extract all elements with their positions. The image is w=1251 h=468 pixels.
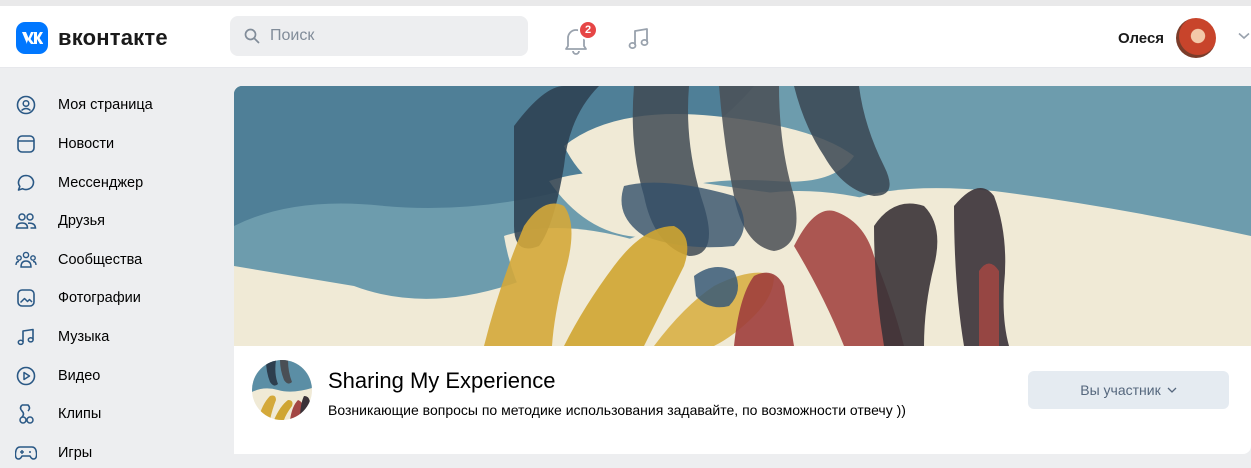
sidebar-item-games[interactable]: Игры <box>14 435 214 468</box>
top-bar: вконтакте 2 Олеся <box>0 0 1251 68</box>
member-status-label: Вы участник <box>1080 382 1161 398</box>
group-cover-image <box>234 86 1251 346</box>
search-icon <box>244 28 260 44</box>
sidebar-item-label: Музыка <box>58 329 110 345</box>
sidebar-item-my-page[interactable]: Моя страница <box>14 87 214 123</box>
vk-logo[interactable]: вконтакте <box>16 22 168 54</box>
notifications-button[interactable]: 2 <box>563 20 598 55</box>
sidebar-item-messenger[interactable]: Мессенджер <box>14 165 214 201</box>
search-box[interactable] <box>230 16 528 56</box>
sidebar-item-label: Мессенджер <box>58 175 144 191</box>
sidebar-item-label: Игры <box>58 445 93 461</box>
member-status-button[interactable]: Вы участник <box>1028 371 1229 409</box>
sidebar-item-label: Сообщества <box>58 252 143 268</box>
sidebar: Моя страница Новости Мессенджер Друзья С… <box>0 68 220 468</box>
group-info-panel: Sharing My Experience Возникающие вопрос… <box>234 346 1251 454</box>
sidebar-item-label: Видео <box>58 368 101 384</box>
friends-icon <box>14 209 38 233</box>
sidebar-item-communities[interactable]: Сообщества <box>14 242 214 278</box>
music-note-icon <box>628 28 649 49</box>
video-icon <box>14 364 38 388</box>
sidebar-item-friends[interactable]: Друзья <box>14 203 214 239</box>
group-avatar[interactable] <box>252 360 312 420</box>
avatar <box>1176 18 1217 58</box>
games-icon <box>14 441 38 465</box>
sidebar-item-label: Моя страница <box>58 97 153 113</box>
notification-badge: 2 <box>578 20 598 40</box>
chevron-down-icon <box>1167 387 1177 393</box>
sidebar-item-label: Друзья <box>58 213 106 229</box>
communities-icon <box>14 248 38 272</box>
user-name: Олеся <box>1118 29 1165 47</box>
sidebar-item-music[interactable]: Музыка <box>14 319 214 355</box>
sidebar-item-label: Новости <box>58 136 115 152</box>
user-menu[interactable]: Олеся <box>1118 18 1217 58</box>
sidebar-item-video[interactable]: Видео <box>14 358 214 394</box>
profile-icon <box>14 93 38 117</box>
sidebar-item-photos[interactable]: Фотографии <box>14 280 214 316</box>
clips-icon <box>14 402 38 426</box>
sidebar-item-label: Фотографии <box>58 290 141 306</box>
group-description: Возникающие вопросы по методике использо… <box>328 402 906 418</box>
photos-icon <box>14 286 38 310</box>
search-input[interactable] <box>270 27 510 45</box>
sidebar-item-label: Клипы <box>58 406 102 422</box>
logo-text: вконтакте <box>58 25 168 50</box>
news-icon <box>14 132 38 156</box>
chevron-down-icon[interactable] <box>1238 32 1250 40</box>
music-icon <box>14 325 38 349</box>
sidebar-item-clips[interactable]: Клипы <box>14 396 214 432</box>
messenger-icon <box>14 171 38 195</box>
vk-logo-mark <box>16 22 48 54</box>
group-name: Sharing My Experience <box>328 368 556 393</box>
music-player-button[interactable] <box>626 26 652 57</box>
sidebar-item-news[interactable]: Новости <box>14 126 214 162</box>
